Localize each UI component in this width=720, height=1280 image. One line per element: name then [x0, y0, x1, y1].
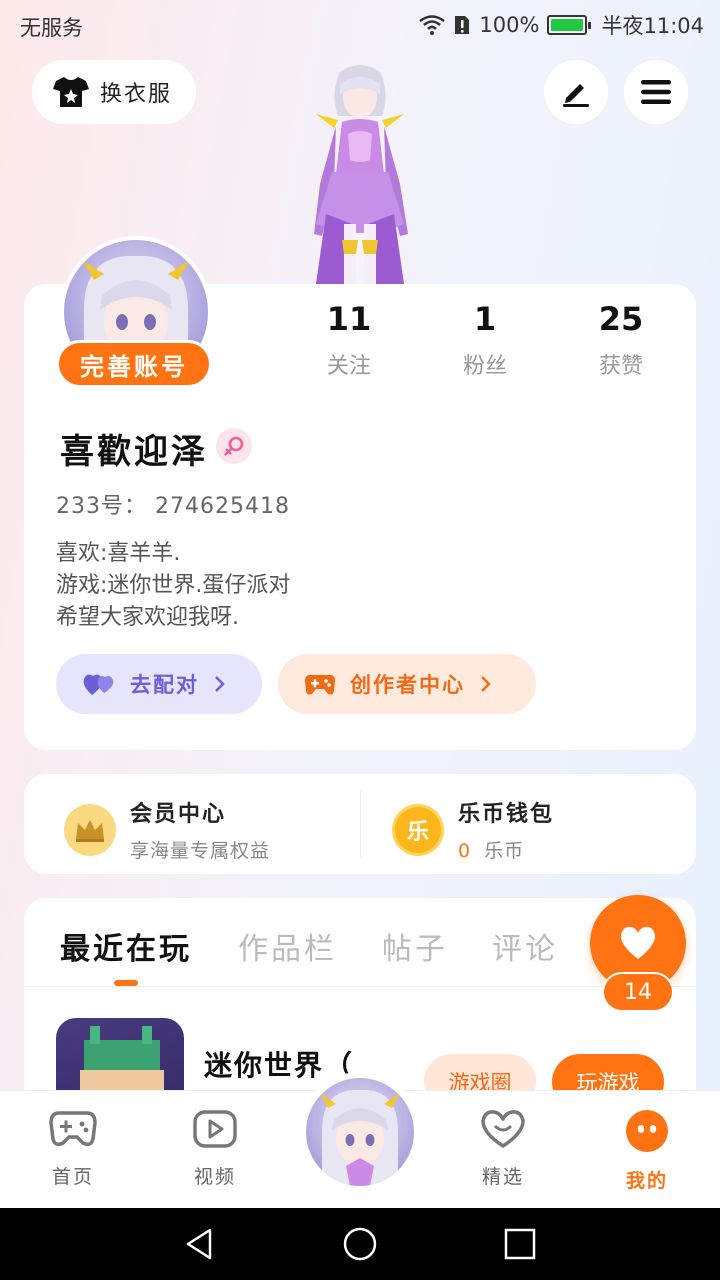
status-bar: 无服务 100% 半夜11:04	[0, 0, 720, 50]
nav-featured-label: 精选	[481, 1166, 524, 1188]
coin-glyph: 乐	[406, 819, 429, 845]
clock: 半夜11:04	[601, 14, 704, 38]
wallet-title: 乐币钱包	[458, 802, 555, 827]
tab-posts[interactable]: 帖子	[382, 924, 448, 968]
character-figure[interactable]	[286, 64, 434, 284]
wallet-amount: 0	[458, 840, 472, 862]
pair-button[interactable]: 去配对	[56, 654, 262, 714]
creator-center-button[interactable]: 创作者中心	[278, 654, 536, 714]
bio: 喜欢:喜羊羊. 游戏:迷你世界.蛋仔派对 希望大家欢迎我呀.	[56, 538, 290, 634]
gamepad-icon	[305, 675, 335, 695]
stat-likes[interactable]: 25 获赞	[566, 300, 676, 380]
back-icon[interactable]	[182, 1226, 218, 1262]
menu-button[interactable]	[624, 60, 688, 124]
battery-icon	[547, 15, 592, 35]
double-heart-icon	[83, 674, 114, 695]
change-outfit-button[interactable]: 换衣服	[32, 60, 196, 124]
carrier-status: 无服务	[20, 16, 83, 40]
system-nav-bar	[0, 1208, 720, 1280]
wifi-icon	[419, 15, 446, 35]
nav-video-label: 视频	[193, 1166, 236, 1188]
nav-featured[interactable]: 精选	[458, 1109, 548, 1189]
likes-label: 获赞	[598, 354, 643, 379]
nav-me[interactable]: 我的	[602, 1109, 692, 1193]
creator-label: 创作者中心	[350, 673, 465, 697]
coin-icon: 乐	[392, 803, 444, 856]
like-count: 14	[602, 972, 674, 1012]
nickname: 喜歡迎泽	[60, 432, 208, 472]
following-label: 关注	[326, 354, 371, 379]
sim-alert-icon	[455, 16, 470, 34]
bio-line: 喜欢:喜羊羊.	[56, 541, 181, 566]
fans-label: 粉丝	[462, 354, 507, 379]
menu-icon	[641, 80, 671, 104]
tab-comments[interactable]: 评论	[492, 924, 558, 968]
nav-video[interactable]: 视频	[170, 1109, 260, 1189]
tab-works[interactable]: 作品栏	[238, 924, 337, 968]
status-icons: 100% 半夜11:04	[419, 10, 704, 40]
wallet-entry[interactable]: 乐 乐币钱包 0 乐币	[392, 796, 554, 863]
heart-icon	[620, 926, 656, 959]
bio-line: 希望大家欢迎我呀.	[56, 605, 239, 630]
chevron-right-icon	[481, 676, 491, 692]
recent-apps-icon[interactable]	[502, 1226, 538, 1262]
tab-recent-play[interactable]: 最近在玩	[60, 924, 192, 968]
nav-avatar	[306, 1078, 414, 1186]
female-gender-icon	[216, 428, 252, 464]
divider	[360, 790, 361, 858]
pair-label: 去配对	[130, 673, 199, 697]
user-id: 233号： 274625418	[56, 494, 290, 519]
vip-center-entry[interactable]: 会员中心 享海量专属权益	[64, 796, 270, 863]
fans-count: 1	[473, 300, 497, 338]
edit-button[interactable]	[544, 60, 608, 124]
vip-title: 会员中心	[130, 802, 227, 827]
nav-me-label: 我的	[625, 1170, 668, 1192]
shirt-icon	[53, 77, 89, 107]
complete-account-button[interactable]: 完善账号	[56, 340, 212, 388]
nav-center-avatar-button[interactable]	[300, 1072, 420, 1192]
following-count: 11	[326, 300, 372, 338]
wallet-unit: 乐币	[484, 840, 525, 862]
nav-home[interactable]: 首页	[28, 1109, 118, 1189]
pen-icon	[563, 84, 589, 107]
stat-following[interactable]: 11 关注	[294, 300, 404, 380]
chevron-right-icon	[215, 676, 225, 692]
bio-line: 游戏:迷你世界.蛋仔派对	[56, 573, 291, 598]
me-icon	[626, 1110, 668, 1152]
tab-divider	[24, 986, 696, 987]
battery-percent: 100%	[479, 13, 540, 37]
gamepad-icon	[49, 1111, 97, 1147]
heart-icon	[481, 1110, 525, 1148]
nav-home-label: 首页	[51, 1166, 94, 1188]
likes-count: 25	[598, 300, 644, 338]
video-icon	[193, 1110, 237, 1148]
change-outfit-label: 换衣服	[100, 82, 173, 107]
vip-subtitle: 享海量专属权益	[130, 840, 271, 862]
home-icon[interactable]	[342, 1226, 378, 1262]
stat-fans[interactable]: 1 粉丝	[430, 300, 540, 380]
crown-icon	[64, 803, 116, 856]
member-wallet-card: 会员中心 享海量专属权益 乐 乐币钱包 0 乐币	[24, 774, 696, 874]
